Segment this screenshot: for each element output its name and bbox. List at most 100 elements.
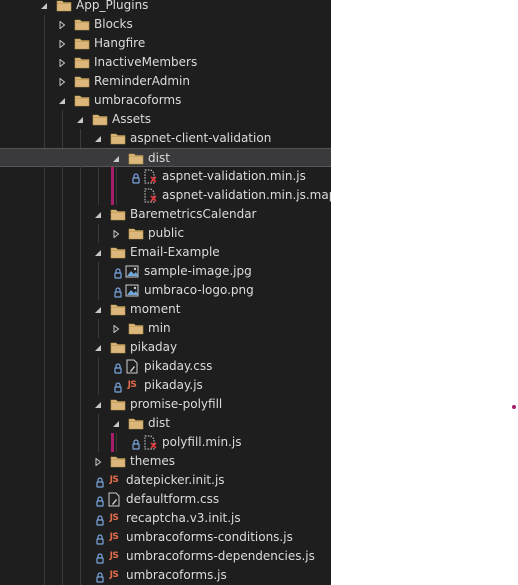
collapsed-arrow-icon[interactable] [110, 319, 122, 338]
tree-item-label: recaptcha.v3.init.js [126, 511, 241, 525]
indent-guide [62, 566, 63, 585]
tree-row-pikaday-css[interactable]: pikaday.css [0, 357, 331, 376]
indent-guide [80, 528, 81, 547]
tree-row-defaultform-css[interactable]: defaultform.css [0, 490, 331, 509]
indent-guide [44, 224, 45, 243]
tree-item-label: Hangfire [94, 36, 146, 50]
tree-row-dist[interactable]: dist [0, 148, 331, 168]
tree-row-umbracoforms[interactable]: umbracoforms [0, 91, 331, 110]
indent-guide [62, 186, 63, 205]
tree-row-baremetricscalendar[interactable]: BaremetricsCalendar [0, 205, 331, 224]
tree-row-datepicker-init-js[interactable]: JS datepicker.init.js [0, 471, 331, 490]
tree-row-promise-polyfill[interactable]: promise-polyfill [0, 395, 331, 414]
folder-icon [128, 321, 144, 336]
tree-row-min[interactable]: min [0, 319, 331, 338]
folder-icon [74, 36, 90, 51]
indent-guide [44, 91, 45, 110]
indent-guide [62, 395, 63, 414]
tree-item-label: BaremetricsCalendar [130, 207, 257, 221]
tree-item-label: InactiveMembers [94, 55, 198, 69]
tree-row-public[interactable]: public [0, 224, 331, 243]
tree-item-label: umbracoforms-dependencies.js [126, 549, 315, 563]
screenshot-canvas: App_Plugins Blocks Hangfire InactiveMembers… [0, 0, 518, 585]
tree-row-aspnet-validation-min-js[interactable]: aspnet-validation.min.js [0, 167, 331, 186]
expanded-arrow-icon[interactable] [38, 0, 50, 15]
folder-icon [110, 131, 126, 146]
indent-guide [98, 186, 99, 205]
folder-icon [56, 0, 72, 13]
tree-row-umbraco-logo-png[interactable]: umbraco-logo.png [0, 281, 331, 300]
indent-guide [80, 224, 81, 243]
indent-guide [80, 414, 81, 433]
expanded-arrow-icon[interactable] [92, 300, 104, 319]
expanded-arrow-icon[interactable] [92, 338, 104, 357]
lock-icon [96, 569, 104, 583]
indent-guide [80, 395, 81, 414]
javascript-file-icon: JS [109, 551, 119, 561]
tree-row-app-plugins[interactable]: App_Plugins [0, 0, 331, 15]
tree-row-umbracoforms-conditions-js[interactable]: JS umbracoforms-conditions.js [0, 528, 331, 547]
indent-guide [44, 72, 45, 91]
tree-item-label: datepicker.init.js [126, 473, 225, 487]
tree-row-dist[interactable]: dist [0, 414, 331, 433]
folder-icon [110, 397, 126, 412]
expanded-arrow-icon[interactable] [56, 91, 68, 110]
expanded-arrow-icon[interactable] [110, 149, 122, 168]
indent-guide [80, 471, 81, 490]
tree-row-polyfill-min-js[interactable]: polyfill.min.js [0, 433, 331, 452]
tree-item-label: umbracoforms-conditions.js [126, 530, 293, 544]
indent-guide [44, 205, 45, 224]
tree-row-recaptcha-v3-init-js[interactable]: JS recaptcha.v3.init.js [0, 509, 331, 528]
expanded-arrow-icon[interactable] [92, 129, 104, 148]
collapsed-arrow-icon[interactable] [56, 53, 68, 72]
folder-icon [128, 226, 144, 241]
tree-row-pikaday-js[interactable]: JS pikaday.js [0, 376, 331, 395]
javascript-file-icon: JS [109, 532, 119, 542]
tree-row-sample-image-jpg[interactable]: sample-image.jpg [0, 262, 331, 281]
collapsed-arrow-icon[interactable] [110, 224, 122, 243]
tree-row-inactivemembers[interactable]: InactiveMembers [0, 53, 331, 72]
tree-item-label: aspnet-validation.min.js.map [162, 188, 331, 202]
tree-row-pikaday[interactable]: pikaday [0, 338, 331, 357]
tree-row-blocks[interactable]: Blocks [0, 15, 331, 34]
tree-row-moment[interactable]: moment [0, 300, 331, 319]
collapsed-arrow-icon[interactable] [56, 34, 68, 53]
indent-guide [62, 110, 63, 129]
collapsed-arrow-icon[interactable] [92, 452, 104, 471]
expanded-arrow-icon[interactable] [92, 243, 104, 262]
tree-item-label: defaultform.css [126, 492, 220, 506]
indent-guide [80, 433, 81, 452]
indent-guide [62, 205, 63, 224]
indent-guide [62, 224, 63, 243]
collapsed-arrow-icon[interactable] [56, 15, 68, 34]
expanded-arrow-icon[interactable] [92, 205, 104, 224]
expanded-arrow-icon[interactable] [110, 414, 122, 433]
indent-guide [80, 319, 81, 338]
tree-item-label: public [148, 226, 185, 240]
folder-icon [74, 17, 90, 32]
tree-row-aspnet-validation-min-js-map[interactable]: aspnet-validation.min.js.map [0, 186, 331, 205]
pending-change-marker [111, 186, 114, 205]
solution-explorer-tree[interactable]: App_Plugins Blocks Hangfire InactiveMembers… [0, 0, 331, 585]
indent-guide [98, 149, 99, 168]
expanded-arrow-icon[interactable] [74, 110, 86, 129]
collapsed-arrow-icon[interactable] [56, 72, 68, 91]
tree-row-assets[interactable]: Assets [0, 110, 331, 129]
tree-row-umbracoforms-dependencies-js[interactable]: JS umbracoforms-dependencies.js [0, 547, 331, 566]
tree-row-aspnet-client-validation[interactable]: aspnet-client-validation [0, 129, 331, 148]
indent-guide [80, 149, 81, 168]
indent-guide [44, 149, 45, 168]
tree-row-email-example[interactable]: Email-Example [0, 243, 331, 262]
indent-guide [80, 452, 81, 471]
tree-row-reminderadmin[interactable]: ReminderAdmin [0, 72, 331, 91]
tree-row-hangfire[interactable]: Hangfire [0, 34, 331, 53]
expanded-arrow-icon[interactable] [92, 395, 104, 414]
tree-row-themes[interactable]: themes [0, 452, 331, 471]
indent-guide [62, 433, 63, 452]
indent-guide [80, 357, 81, 376]
indent-guide [44, 338, 45, 357]
indent-guide [62, 281, 63, 300]
image-file-icon [124, 283, 140, 298]
tree-item-label: promise-polyfill [130, 397, 223, 411]
tree-row-umbracoforms-js[interactable]: JS umbracoforms.js [0, 566, 331, 585]
